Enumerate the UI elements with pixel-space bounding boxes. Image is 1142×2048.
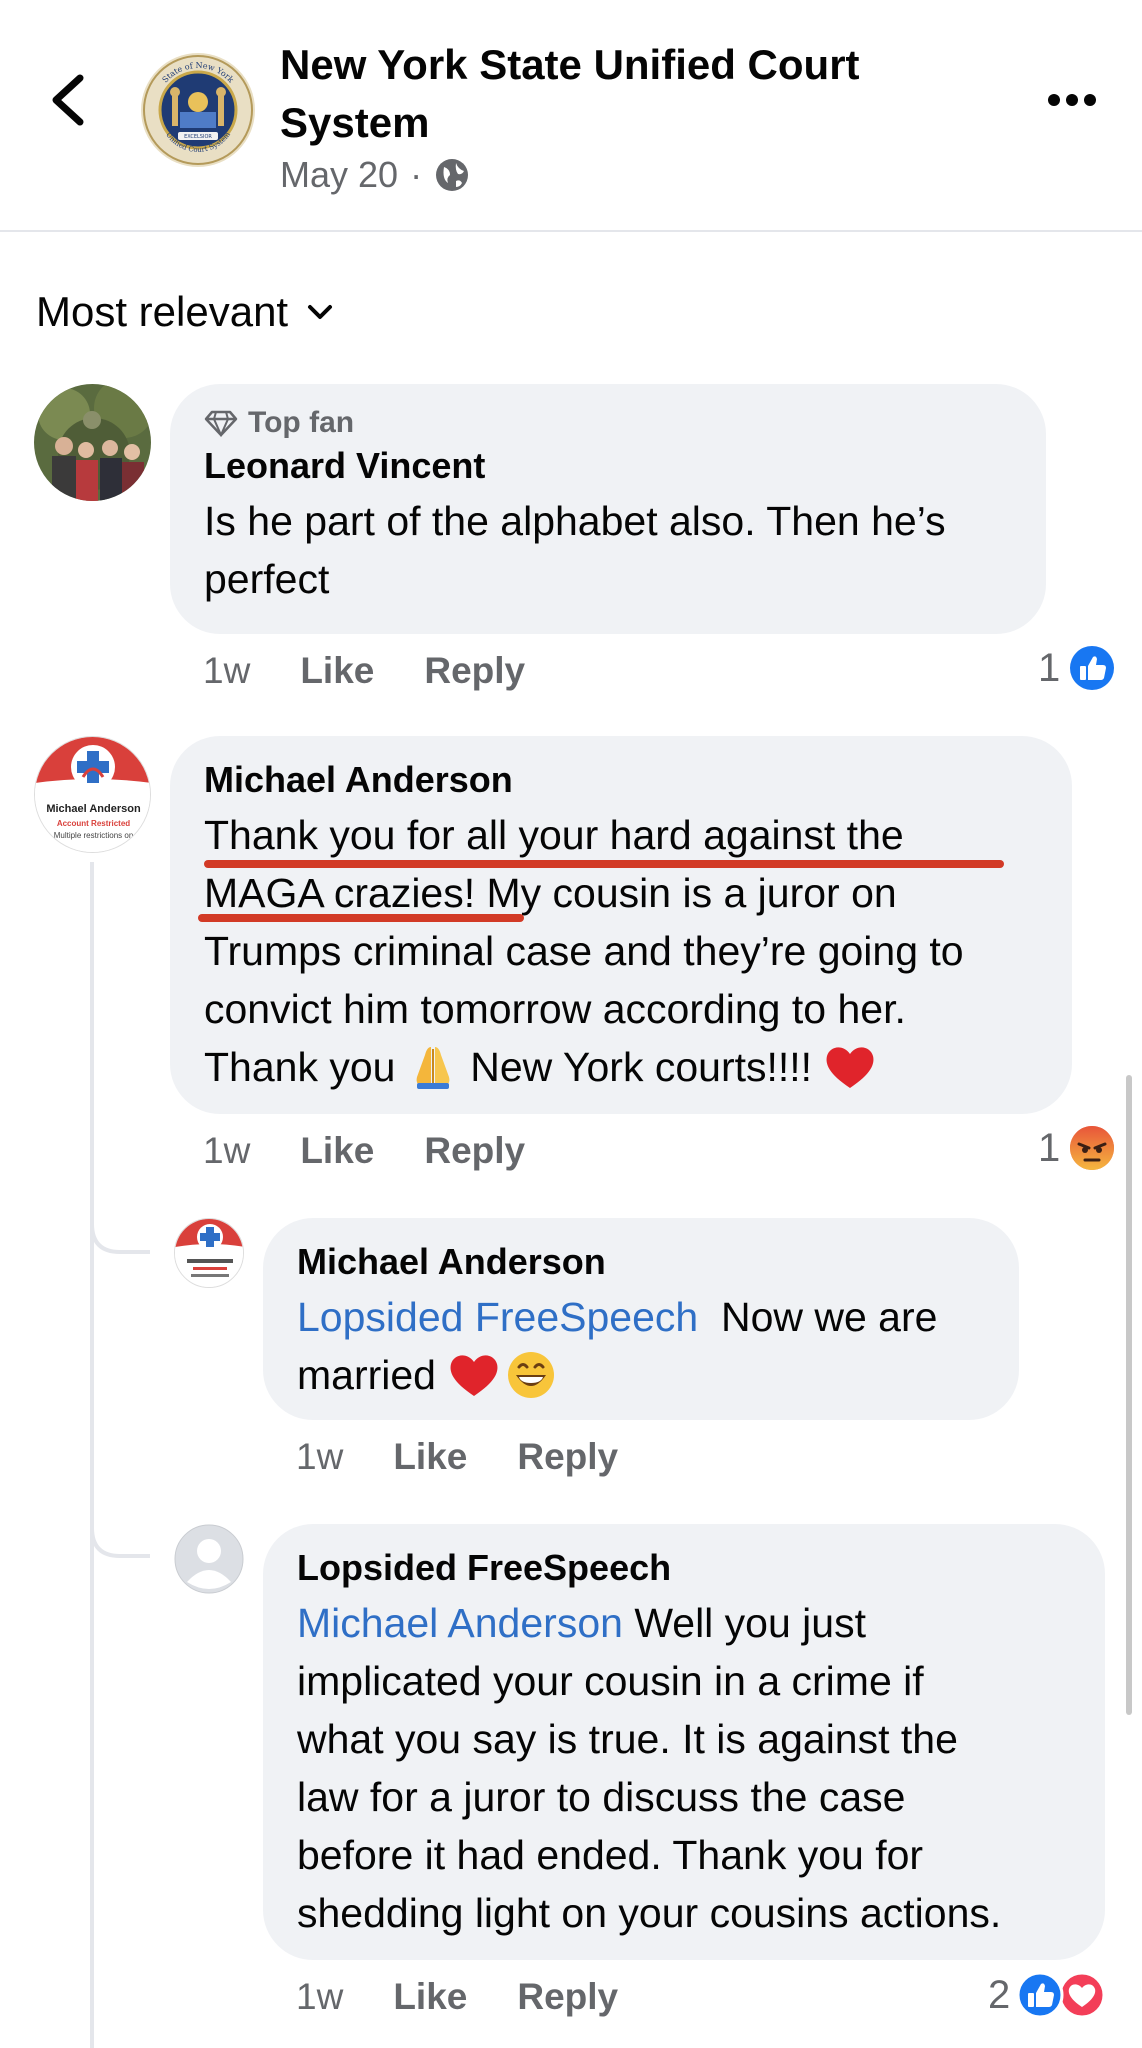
reply-button[interactable]: Reply [424, 650, 525, 692]
reply-text-line: implicated your cousin in a crime if [297, 1658, 924, 1704]
like-button[interactable]: Like [300, 650, 374, 692]
more-options-icon[interactable] [1046, 88, 1098, 112]
red-heart-emoji [450, 1355, 498, 1396]
thread-branch [90, 1504, 150, 1558]
post-header: EXCELSIOR State of New York Unified Cour… [0, 0, 1142, 232]
reply-text: Michael Anderson Well you just implicate… [297, 1594, 1071, 1942]
reaction-summary[interactable]: 2 [988, 1970, 1106, 2020]
reply-time[interactable]: 1w [296, 1436, 343, 1478]
reply-avatar[interactable] [174, 1524, 244, 1594]
like-icon [1016, 1971, 1064, 2019]
reaction-summary[interactable]: 1 [1038, 1124, 1116, 1172]
scrollbar-thumb[interactable] [1126, 1075, 1132, 1715]
comment-author[interactable]: Michael Anderson [204, 758, 1038, 802]
comment-actions: 1w Like Reply [203, 1130, 575, 1172]
reply-text-line: what you say is true. It is against the [297, 1716, 958, 1762]
commenter-avatar[interactable] [34, 384, 151, 501]
profile-photo [34, 384, 151, 501]
reaction-count: 1 [1038, 645, 1061, 690]
reply-bubble: Lopsided FreeSpeech Michael Anderson Wel… [263, 1524, 1105, 1960]
like-button[interactable]: Like [300, 1130, 374, 1172]
globe-icon [436, 159, 469, 191]
red-heart-emoji [826, 1047, 874, 1088]
reply-time[interactable]: 1w [296, 1976, 343, 2018]
back-arrow-icon[interactable] [44, 70, 94, 130]
svg-text:EXCELSIOR: EXCELSIOR [184, 134, 212, 140]
meta-separator: · [410, 154, 423, 195]
reply-text-line: law for a juror to discuss the case [297, 1774, 906, 1820]
comment-bubble: Top fan Leonard Vincent Is he part of th… [170, 384, 1046, 634]
reply-button[interactable]: Reply [517, 1436, 618, 1478]
diamond-icon [204, 410, 238, 437]
highlighted-text: MAGA crazies! [204, 870, 476, 916]
restricted-profile-icon [175, 1219, 243, 1287]
commenter-avatar[interactable]: Michael Anderson Account Restricted Mult… [34, 736, 151, 853]
comment-text-line: Trumps criminal case and they’re going t… [204, 928, 964, 974]
comment-text: Thank you for all your hard against the … [204, 806, 1038, 1096]
angry-icon [1070, 1126, 1115, 1170]
mention-link[interactable]: Michael Anderson [297, 1600, 623, 1646]
comment-text-line: convict him tomorrow according to her. [204, 986, 906, 1032]
comment-text-line: Thank you New York courts!!!! [204, 1038, 1038, 1096]
like-button[interactable]: Like [393, 1436, 467, 1478]
comment-bubble: Michael Anderson Thank you for all your … [170, 736, 1072, 1114]
folded-hands-emoji [416, 1047, 450, 1089]
reply-actions: 1w Like Reply [296, 1976, 668, 2018]
comment-time[interactable]: 1w [203, 1130, 250, 1172]
like-icon [1070, 646, 1115, 690]
reply-text-line: before it had ended. Thank you for [297, 1832, 924, 1878]
reply-text: Lopsided FreeSpeech Now we are married [297, 1288, 985, 1404]
reply-author[interactable]: Michael Anderson [297, 1240, 985, 1284]
thread-branch [90, 1200, 150, 1254]
post-meta: May 20 · [280, 154, 470, 196]
page-avatar[interactable]: EXCELSIOR State of New York Unified Cour… [140, 52, 256, 168]
love-icon [1058, 1971, 1106, 2019]
comment-time[interactable]: 1w [203, 650, 250, 692]
page-title[interactable]: New York State Unified Court System [280, 36, 940, 152]
reply-button[interactable]: Reply [424, 1130, 525, 1172]
top-fan-badge: Top fan [204, 406, 1012, 440]
reply-text-line: shedding light on your cousins actions. [297, 1890, 1002, 1936]
reaction-count: 1 [1038, 1125, 1061, 1170]
avatar-caption-status: Account Restricted [56, 819, 131, 828]
reaction-count: 2 [988, 1972, 1011, 2017]
reaction-summary[interactable]: 1 [1038, 644, 1116, 692]
thread-line [90, 862, 94, 2048]
comment-text: Is he part of the alphabet also. Then he… [204, 498, 946, 602]
comment-author[interactable]: Leonard Vincent [204, 444, 1012, 488]
reply-button[interactable]: Reply [517, 1976, 618, 2018]
post-date[interactable]: May 20 [280, 154, 398, 196]
comment-actions: 1w Like Reply [203, 650, 575, 692]
reply-author[interactable]: Lopsided FreeSpeech [297, 1546, 1071, 1590]
sort-label: Most relevant [36, 288, 289, 335]
comment-text-line: Thank you for all your hard against the [204, 812, 904, 858]
like-button[interactable]: Like [393, 1976, 467, 2018]
badge-label: Top fan [248, 406, 355, 439]
annotation-underline [204, 860, 1004, 868]
court-seal-icon: EXCELSIOR State of New York Unified Cour… [141, 53, 255, 167]
default-avatar-icon [174, 1524, 244, 1594]
grinning-emoji [508, 1352, 555, 1398]
avatar-caption-sub: Multiple restrictions on [53, 831, 134, 840]
reply-actions: 1w Like Reply [296, 1436, 668, 1478]
reply-avatar[interactable] [174, 1218, 244, 1288]
avatar-caption-name: Michael Anderson [46, 803, 141, 815]
reply-bubble: Michael Anderson Lopsided FreeSpeech Now… [263, 1218, 1019, 1420]
sort-selector[interactable]: Most relevant [36, 288, 334, 336]
mention-link[interactable]: Lopsided FreeSpeech [297, 1294, 698, 1340]
annotation-underline [198, 914, 524, 922]
chevron-down-icon [308, 305, 333, 319]
